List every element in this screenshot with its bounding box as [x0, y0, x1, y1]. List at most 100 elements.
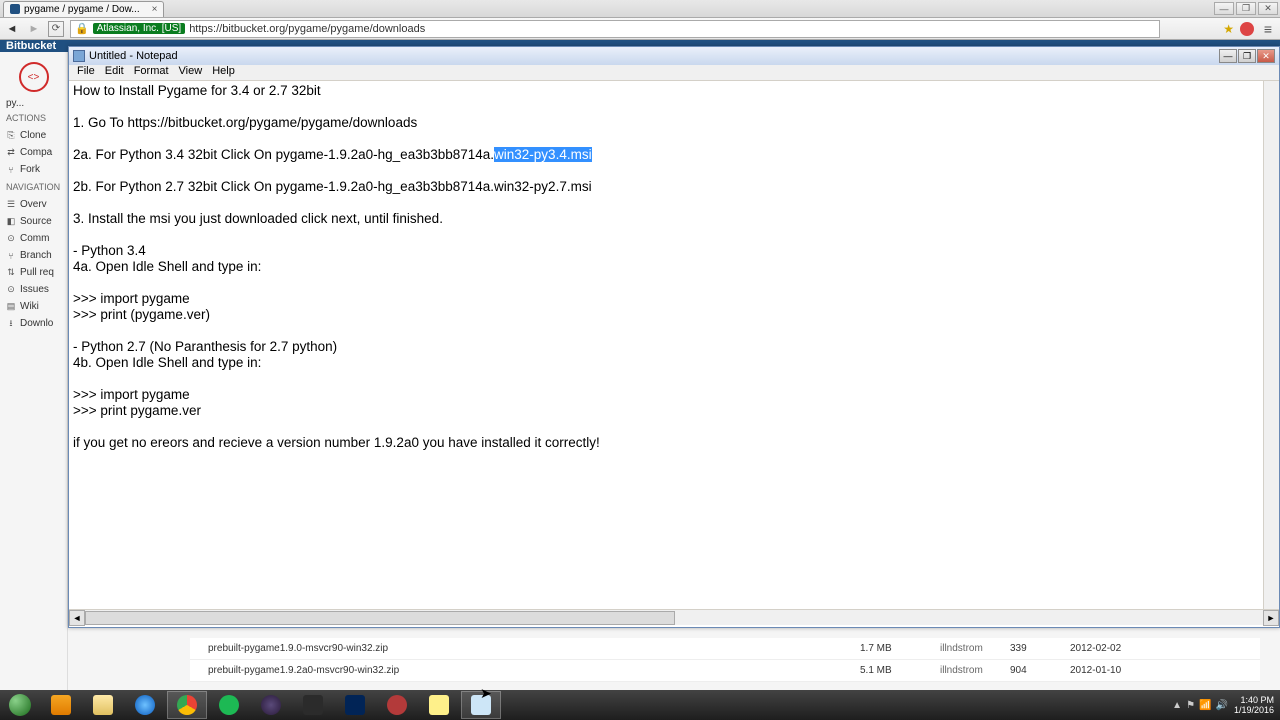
taskbar-item-vlc[interactable] — [41, 691, 81, 719]
issues-icon: ⊙ — [6, 285, 16, 295]
sidebar-item-branches[interactable]: ⑂Branch — [0, 247, 67, 264]
notepad-title: Untitled - Notepad — [89, 50, 178, 62]
spotify-icon — [219, 695, 239, 715]
chrome-icon — [177, 695, 197, 715]
taskbar-item-chrome[interactable] — [167, 691, 207, 719]
browser-tab[interactable]: pygame / pygame / Dow... × — [3, 1, 164, 17]
notepad-horizontal-scrollbar[interactable]: ◄ ► — [69, 609, 1279, 625]
file-size: 1.7 MB — [860, 643, 940, 654]
commits-icon: ⊙ — [6, 234, 16, 244]
browser-close-button[interactable]: ✕ — [1258, 2, 1278, 15]
browser-toolbar: ◄ ► ⟳ 🔒 Atlassian, Inc. [US] https://bit… — [0, 18, 1280, 40]
app-icon — [387, 695, 407, 715]
taskbar: ▲ ⚑ 📶 🔊 1:40 PM 1/19/2016 — [0, 690, 1280, 720]
tray-date: 1/19/2016 — [1234, 705, 1274, 715]
sidebar-item-fork[interactable]: ⑂Fork — [0, 161, 67, 178]
compare-icon: ⇄ — [6, 148, 16, 158]
system-tray: ▲ ⚑ 📶 🔊 1:40 PM 1/19/2016 — [1172, 695, 1280, 715]
notepad-text-area[interactable]: How to Install Pygame for 3.4 or 2.7 32b… — [69, 81, 1279, 609]
notepad-maximize-button[interactable]: ❐ — [1238, 49, 1256, 63]
file-user: illndstrom — [940, 643, 1010, 654]
browser-maximize-button[interactable]: ❐ — [1236, 2, 1256, 15]
favicon-icon — [10, 4, 20, 14]
notepad-titlebar[interactable]: Untitled - Notepad — ❐ ✕ — [69, 47, 1279, 65]
powershell-icon — [345, 695, 365, 715]
menu-help[interactable]: Help — [208, 65, 239, 80]
sidebar-section-navigation: Navigation — [0, 178, 67, 196]
download-icon: ⭳ — [6, 319, 16, 329]
tab-title: pygame / pygame / Dow... — [24, 4, 140, 15]
branch-icon: ⑂ — [6, 251, 16, 261]
file-size: 5.1 MB — [860, 665, 940, 676]
tray-time: 1:40 PM — [1234, 695, 1274, 705]
sidebar-item-pullrequests[interactable]: ⇅Pull req — [0, 264, 67, 281]
menu-file[interactable]: File — [73, 65, 99, 80]
taskbar-item-ie[interactable] — [125, 691, 165, 719]
reload-button[interactable]: ⟳ — [48, 21, 64, 37]
repo-name: py... — [0, 98, 67, 109]
pullreq-icon: ⇅ — [6, 268, 16, 278]
bookmark-icon[interactable]: ★ — [1223, 22, 1234, 36]
tray-clock[interactable]: 1:40 PM 1/19/2016 — [1234, 695, 1274, 715]
ie-icon — [135, 695, 155, 715]
notepad-close-button[interactable]: ✕ — [1257, 49, 1275, 63]
wiki-icon: ▤ — [6, 302, 16, 312]
taskbar-item-app[interactable] — [377, 691, 417, 719]
url-text: https://bitbucket.org/pygame/pygame/down… — [189, 23, 425, 35]
taskbar-item-notepad[interactable] — [461, 691, 501, 719]
repo-icon[interactable]: <> — [19, 62, 49, 92]
tray-volume-icon[interactable]: 🔊 — [1216, 700, 1228, 711]
notepad-window: Untitled - Notepad — ❐ ✕ File Edit Forma… — [68, 46, 1280, 628]
table-row[interactable]: prebuilt-pygame1.9.0-msvcr90-win32.zip 1… — [190, 638, 1260, 660]
forward-button[interactable]: ► — [26, 21, 42, 37]
taskbar-item-explorer[interactable] — [83, 691, 123, 719]
tray-flag-icon[interactable]: ⚑ — [1186, 700, 1195, 711]
notepad-taskbar-icon — [471, 695, 491, 715]
pycharm-icon — [303, 695, 323, 715]
downloads-table: prebuilt-pygame1.9.0-msvcr90-win32.zip 1… — [190, 638, 1260, 682]
sidebar-item-downloads[interactable]: ⭳Downlo — [0, 315, 67, 332]
menu-view[interactable]: View — [175, 65, 207, 80]
notepad-vertical-scrollbar[interactable] — [1263, 81, 1279, 611]
tab-close-icon[interactable]: × — [152, 4, 158, 15]
file-count: 904 — [1010, 665, 1070, 676]
tray-up-icon[interactable]: ▲ — [1172, 700, 1182, 711]
menu-format[interactable]: Format — [130, 65, 173, 80]
windows-orb-icon — [9, 694, 31, 716]
taskbar-item-stickynotes[interactable] — [419, 691, 459, 719]
menu-icon[interactable]: ≡ — [1260, 21, 1276, 37]
sidebar-item-wiki[interactable]: ▤Wiki — [0, 298, 67, 315]
sidebar-item-issues[interactable]: ⊙Issues — [0, 281, 67, 298]
file-name: prebuilt-pygame1.9.0-msvcr90-win32.zip — [190, 643, 860, 654]
notepad-minimize-button[interactable]: — — [1219, 49, 1237, 63]
sidebar-item-commits[interactable]: ⊙Comm — [0, 230, 67, 247]
tray-network-icon[interactable]: 📶 — [1199, 700, 1211, 711]
file-user: illndstrom — [940, 665, 1010, 676]
user-icon[interactable] — [1240, 22, 1254, 36]
table-row[interactable]: prebuilt-pygame1.9.2a0-msvcr90-win32.zip… — [190, 660, 1260, 682]
sidebar-item-clone[interactable]: ⎘Clone — [0, 127, 67, 144]
overview-icon: ☰ — [6, 200, 16, 210]
back-button[interactable]: ◄ — [4, 21, 20, 37]
clone-icon: ⎘ — [6, 131, 16, 141]
sidebar-item-overview[interactable]: ☰Overv — [0, 196, 67, 213]
sidebar: <> py... Actions ⎘Clone ⇄Compa ⑂Fork Nav… — [0, 52, 68, 690]
scroll-left-icon[interactable]: ◄ — [69, 610, 85, 626]
sidebar-item-source[interactable]: ◧Source — [0, 213, 67, 230]
file-date: 2012-01-10 — [1070, 665, 1190, 676]
start-button[interactable] — [0, 690, 40, 720]
taskbar-item-eclipse[interactable] — [251, 691, 291, 719]
taskbar-item-pycharm[interactable] — [293, 691, 333, 719]
scroll-thumb[interactable] — [85, 611, 675, 625]
taskbar-item-powershell[interactable] — [335, 691, 375, 719]
menu-edit[interactable]: Edit — [101, 65, 128, 80]
sidebar-item-compare[interactable]: ⇄Compa — [0, 144, 67, 161]
explorer-icon — [93, 695, 113, 715]
address-bar[interactable]: 🔒 Atlassian, Inc. [US] https://bitbucket… — [70, 20, 1160, 38]
taskbar-item-spotify[interactable] — [209, 691, 249, 719]
browser-minimize-button[interactable]: — — [1214, 2, 1234, 15]
scroll-right-icon[interactable]: ► — [1263, 610, 1279, 626]
lock-icon: 🔒 — [75, 22, 89, 35]
sidebar-section-actions: Actions — [0, 109, 67, 127]
file-name: prebuilt-pygame1.9.2a0-msvcr90-win32.zip — [190, 665, 860, 676]
